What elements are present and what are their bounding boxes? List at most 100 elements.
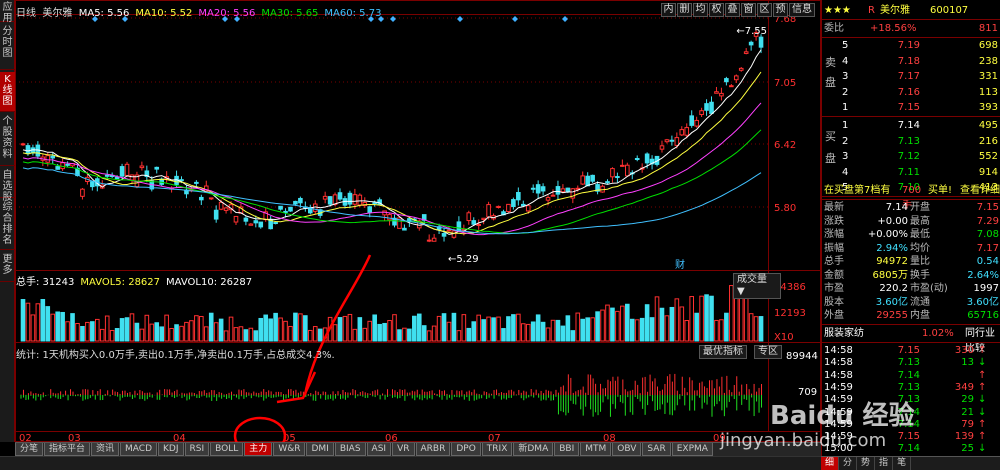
indicator-tab-14[interactable]: DPO — [451, 443, 481, 456]
signal-diamond — [457, 16, 463, 22]
indicator-tab-12[interactable]: VR — [392, 443, 415, 456]
quote-tab-4[interactable]: 笔 — [893, 457, 912, 470]
industry-name: 服装家纺 — [824, 328, 864, 339]
left-nav-item-1[interactable]: 分时图 — [0, 24, 15, 70]
volume-bar — [669, 306, 675, 342]
indicator-tab-8[interactable]: W&R — [273, 443, 306, 456]
candle-body — [139, 165, 145, 169]
volume-bar — [213, 322, 219, 342]
candle-body — [550, 194, 556, 197]
quote-tab-3[interactable]: 指 — [875, 457, 894, 470]
volume-bar — [590, 317, 595, 342]
candle-body — [506, 203, 511, 213]
quote-tab-1[interactable]: 分 — [839, 457, 858, 470]
indicator-tab-18[interactable]: MTM — [580, 443, 612, 456]
tool-button-0[interactable]: 内 — [661, 3, 676, 17]
buy-row: 1 7.14 495 — [822, 118, 1000, 133]
candle-body — [114, 176, 120, 180]
candle-body — [669, 139, 675, 142]
stat-label: 内盘 — [910, 310, 930, 321]
indicator-tab-11[interactable]: ASI — [366, 443, 392, 456]
candle-body — [738, 67, 744, 71]
sell-volume: 331 — [978, 71, 998, 82]
volume-bar — [748, 313, 754, 342]
view-detail-link[interactable]: 查看详细 — [960, 183, 1000, 198]
candle-body — [154, 166, 160, 170]
candle-body — [486, 204, 491, 218]
left-nav-item-5[interactable]: 综合排名 — [0, 200, 15, 250]
ma10-line — [22, 71, 762, 235]
volume-bar — [560, 325, 566, 342]
left-nav: 应用 分时图 K线图个股资料自选股 综合排名更多 — [0, 0, 15, 442]
indicator-tab-16[interactable]: 新DMA — [513, 443, 554, 456]
indicator-tab-13[interactable]: ARBR — [415, 443, 451, 456]
special-zone-button[interactable]: 专区 — [754, 345, 782, 359]
candle-body — [248, 223, 254, 226]
tool-button-7[interactable]: 预 — [773, 3, 788, 17]
volume-bar — [511, 314, 516, 342]
left-nav-item-3[interactable]: 个股资料 — [0, 114, 15, 166]
volume-bar — [733, 293, 739, 342]
volume-dropdown-label: 成交量 — [737, 274, 767, 285]
tool-button-3[interactable]: 权 — [709, 3, 724, 17]
volume-bar — [303, 315, 308, 342]
left-nav-item-0[interactable]: 应用 — [0, 0, 15, 24]
left-nav-item-4[interactable]: 自选股 — [0, 168, 15, 203]
volume-bar — [545, 327, 551, 342]
indicator-tab-5[interactable]: RSI — [184, 443, 210, 456]
tool-button-8[interactable]: 信息 — [789, 3, 815, 17]
candle-body — [580, 175, 586, 185]
candle-body — [199, 196, 204, 201]
indicator-tab-2[interactable]: 资讯 — [91, 443, 120, 456]
sell-volume: 238 — [978, 55, 998, 67]
indicator-tab-21[interactable]: EXPMA — [671, 443, 713, 456]
buy-volume: 914 — [978, 166, 998, 178]
volume-bar — [35, 303, 41, 342]
indicator-tick-label: 89944 — [786, 351, 818, 362]
candle-body — [213, 209, 219, 220]
best-indicator-button[interactable]: 最优指标 — [699, 345, 747, 359]
candle-body — [540, 186, 546, 192]
industry-row: 服装家纺 1.02% 同行业比较 — [822, 326, 1000, 354]
indicator-tab-19[interactable]: OBV — [612, 443, 642, 456]
buy-volume: 552 — [978, 151, 998, 162]
signal-diamond — [390, 16, 396, 22]
ma-legend-item: MA20: 5.56 — [198, 8, 256, 19]
tool-button-6[interactable]: 区 — [757, 3, 772, 17]
volume-bar — [699, 295, 704, 342]
candle-body — [426, 239, 432, 242]
indicator-tab-7[interactable]: 主力 — [244, 443, 273, 456]
tool-button-2[interactable]: 均 — [693, 3, 708, 17]
indicator-tab-20[interactable]: SAR — [642, 443, 671, 456]
volume-bar — [75, 322, 80, 342]
volume-bar — [124, 317, 130, 342]
indicator-tab-3[interactable]: MACD — [120, 443, 158, 456]
volume-bar — [491, 317, 496, 342]
indicator-tab-9[interactable]: DMI — [306, 443, 334, 456]
tool-button-5[interactable]: 窗 — [741, 3, 756, 17]
candle-body — [65, 163, 70, 166]
kline-chart-svg[interactable]: 7.687.056.425.80←7.55←5.29财2438612193X10… — [15, 0, 821, 456]
quote-tab-2[interactable]: 势 — [857, 457, 876, 470]
volume-indicator-dropdown[interactable]: 成交量 ▼ — [733, 273, 781, 299]
indicator-tab-15[interactable]: TRIX — [481, 443, 513, 456]
volume-bar — [664, 315, 670, 342]
buy-row: 4 7.11 914 — [822, 165, 1000, 180]
left-nav-item-2[interactable]: K线图 — [0, 72, 15, 112]
buy-price: 7.13 — [897, 135, 920, 147]
candle-body — [585, 175, 590, 187]
indicator-tab-1[interactable]: 指标平台 — [44, 443, 91, 456]
indicator-tab-4[interactable]: KDJ — [158, 443, 184, 456]
indicator-tab-17[interactable]: BBI — [554, 443, 580, 456]
weicha-value: 811 — [978, 23, 998, 34]
volume-bar — [634, 319, 640, 342]
quote-tab-0[interactable]: 细 — [821, 457, 840, 470]
buy-level: 1 — [842, 120, 849, 131]
indicator-tab-6[interactable]: BOLL — [210, 443, 244, 456]
tool-button-4[interactable]: 叠 — [725, 3, 740, 17]
volume-bar — [476, 314, 482, 342]
indicator-tab-10[interactable]: BIAS — [334, 443, 366, 456]
indicator-tab-0[interactable]: 分笔 — [15, 443, 44, 456]
tool-button-1[interactable]: 删 — [677, 3, 692, 17]
left-nav-item-6[interactable]: 更多 — [0, 252, 15, 282]
